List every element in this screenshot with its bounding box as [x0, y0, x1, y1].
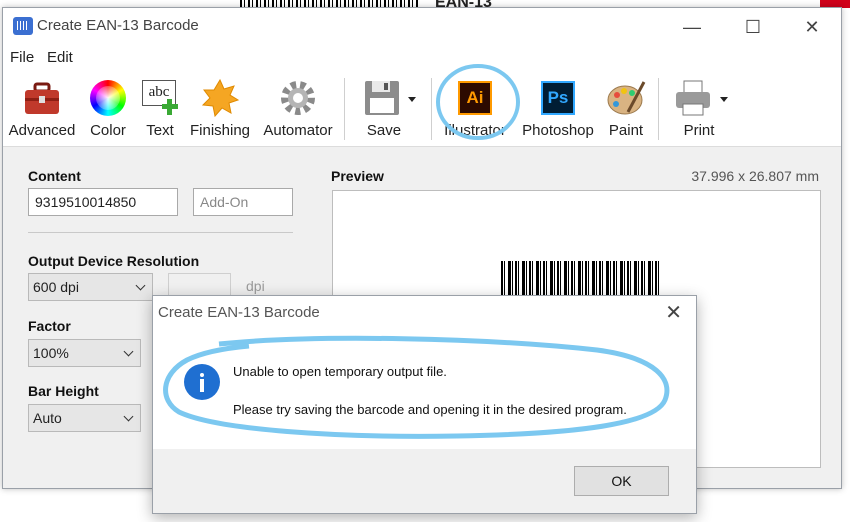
content-input[interactable]: 9319510014850	[28, 188, 178, 216]
chevron-down-icon	[123, 346, 134, 357]
text-add-icon: abc	[140, 78, 180, 118]
menu-bar: File Edit	[3, 44, 841, 72]
annotation-highlight	[163, 335, 670, 439]
finishing-label: Finishing	[189, 122, 251, 139]
factor-select[interactable]: 100%	[28, 339, 141, 367]
paint-label: Paint	[608, 122, 644, 139]
toolbar-separator	[658, 78, 659, 140]
toolbox-icon	[22, 78, 62, 118]
window-title: Create EAN-13 Barcode	[37, 17, 199, 34]
toolbar-separator	[431, 78, 432, 140]
print-dropdown-caret-icon[interactable]	[720, 97, 728, 102]
toolbar: Advanced Color abc Text Finishing Automa…	[3, 64, 841, 147]
save-dropdown-caret-icon[interactable]	[408, 97, 416, 102]
print-label: Print	[683, 122, 715, 139]
dialog-close-button[interactable]: ✕	[665, 300, 682, 325]
error-dialog: Create EAN-13 Barcode ✕ Unable to open t…	[152, 295, 697, 514]
maximize-button[interactable]: ☐	[730, 14, 776, 40]
resolution-select[interactable]: 600 dpi	[28, 273, 153, 301]
palette-icon	[606, 78, 646, 118]
color-button[interactable]: Color	[83, 76, 133, 142]
advanced-label: Advanced	[8, 122, 76, 139]
chevron-down-icon	[123, 411, 134, 422]
dpi-unit-label: dpi	[246, 278, 265, 294]
photoshop-label: Photoshop	[522, 122, 594, 139]
content-label: Content	[28, 168, 81, 184]
dialog-title: Create EAN-13 Barcode	[158, 304, 320, 321]
bar-height-label: Bar Height	[28, 383, 99, 399]
color-wheel-icon	[88, 78, 128, 118]
preview-label: Preview	[331, 168, 384, 184]
ok-button[interactable]: OK	[574, 466, 669, 496]
menu-edit[interactable]: Edit	[47, 49, 73, 66]
app-barcode-icon	[13, 17, 33, 35]
printer-icon	[673, 78, 713, 118]
factor-label: Factor	[28, 318, 71, 334]
preview-dimensions: 37.996 x 26.807 mm	[691, 168, 819, 184]
annotation-highlight	[436, 64, 520, 140]
resolution-value: 600 dpi	[33, 279, 79, 295]
finishing-button[interactable]: Finishing	[188, 76, 252, 142]
starburst-icon	[200, 78, 240, 118]
save-label: Save	[366, 122, 402, 139]
save-button[interactable]: Save	[359, 76, 421, 142]
minimize-button[interactable]: —	[669, 14, 715, 40]
toolbar-separator	[344, 78, 345, 140]
paint-button[interactable]: Paint	[604, 76, 648, 142]
menu-file[interactable]: File	[10, 49, 34, 66]
bar-height-select[interactable]: Auto	[28, 404, 141, 432]
factor-value: 100%	[33, 345, 69, 361]
automator-label: Automator	[263, 122, 333, 139]
photoshop-icon: Ps	[538, 78, 578, 118]
bar-height-value: Auto	[33, 410, 62, 426]
advanced-button[interactable]: Advanced	[7, 76, 77, 142]
close-button[interactable]: ✕	[789, 14, 835, 40]
gear-icon	[278, 78, 318, 118]
photoshop-button[interactable]: Ps Photoshop	[520, 76, 596, 142]
print-button[interactable]: Print	[670, 76, 732, 142]
chevron-down-icon	[135, 280, 146, 291]
floppy-disk-icon	[362, 78, 402, 118]
color-label: Color	[90, 122, 126, 139]
resolution-label: Output Device Resolution	[28, 253, 200, 269]
automator-button[interactable]: Automator	[259, 76, 337, 142]
photoshop-badge: Ps	[541, 81, 575, 115]
form-divider	[28, 232, 293, 233]
addon-input[interactable]: Add-On	[193, 188, 293, 216]
title-bar: Create EAN-13 Barcode — ☐ ✕	[3, 8, 841, 44]
text-button[interactable]: abc Text	[137, 76, 183, 142]
text-label: Text	[146, 122, 174, 139]
